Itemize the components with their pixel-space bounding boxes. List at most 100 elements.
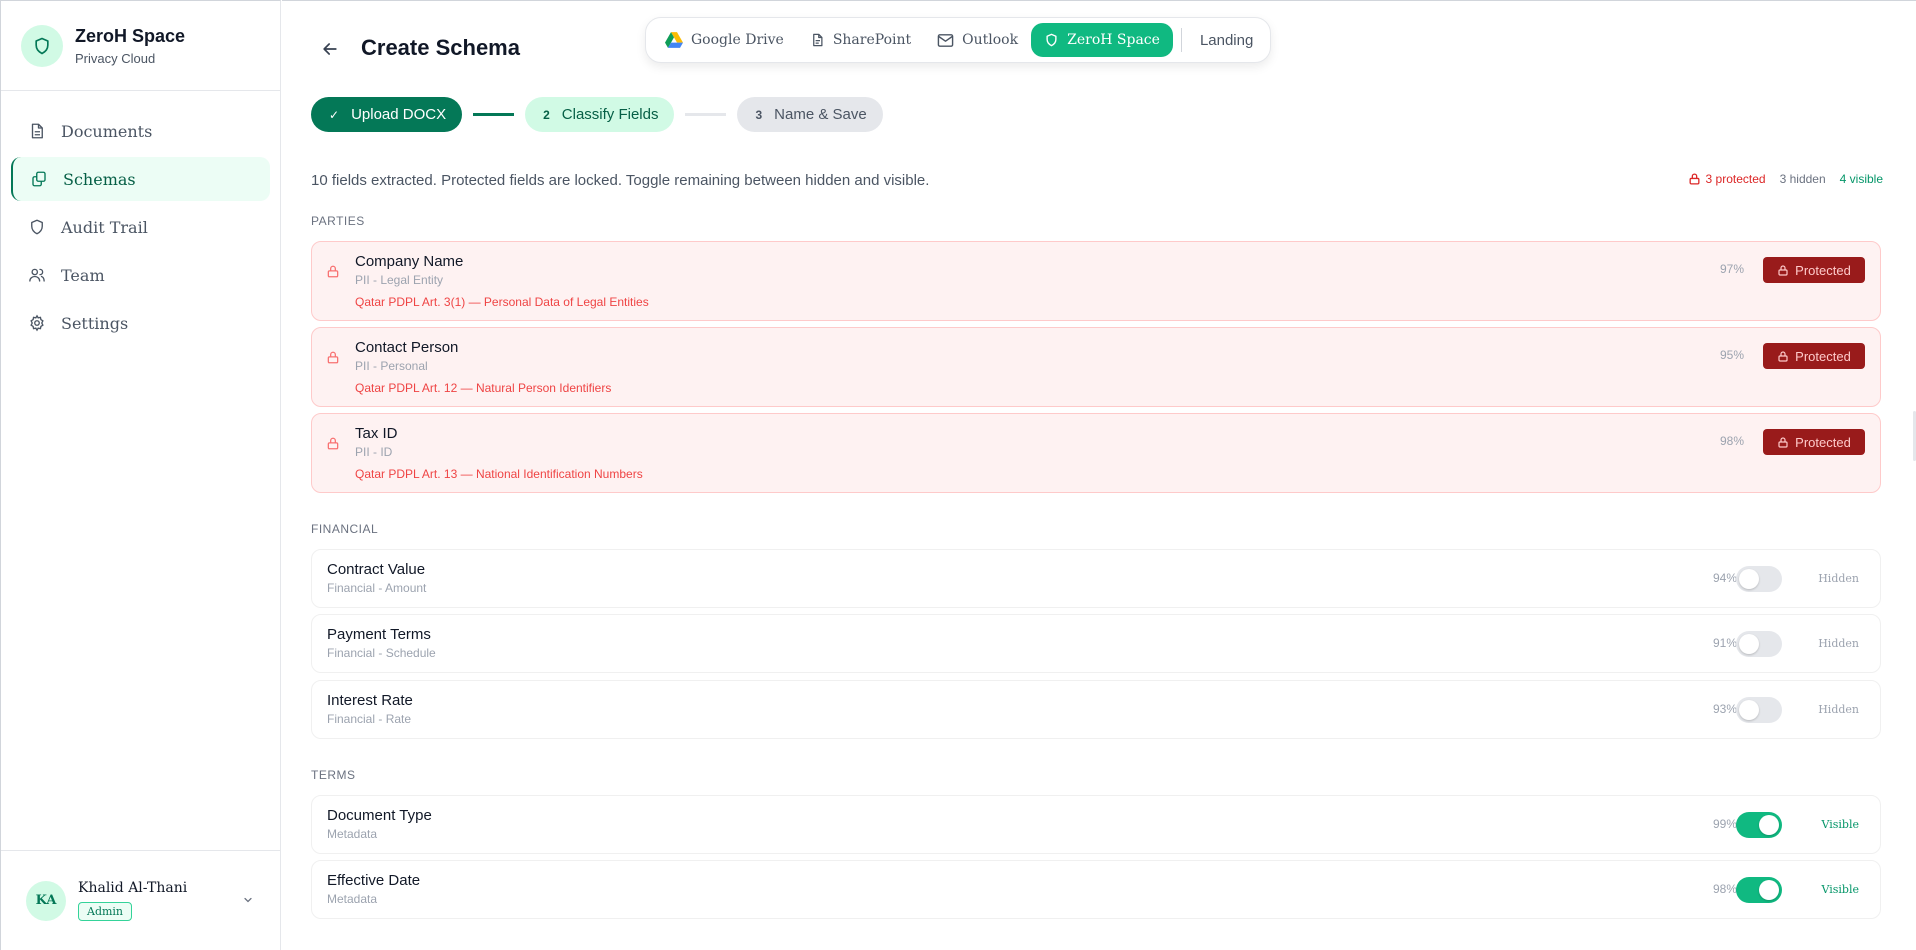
field-row-effective-date: Effective Date Metadata 98% Visible bbox=[311, 860, 1881, 919]
section-label-parties: PARTIES bbox=[311, 214, 365, 228]
source-label: Outlook bbox=[962, 32, 1019, 48]
users-icon bbox=[27, 265, 47, 285]
brand[interactable]: ZeroH Space Privacy Cloud bbox=[1, 1, 280, 91]
hidden-count: 3 hidden bbox=[1779, 172, 1826, 186]
confidence: 98% bbox=[1719, 434, 1744, 448]
legal-reference: Qatar PDPL Art. 13 — National Identifica… bbox=[355, 467, 643, 481]
step-classify-fields[interactable]: 2 Classify Fields bbox=[525, 97, 675, 132]
source-google-drive[interactable]: Google Drive bbox=[652, 23, 797, 57]
visibility-state: Hidden bbox=[1818, 572, 1859, 585]
source-zeroh-space[interactable]: ZeroH Space bbox=[1031, 23, 1173, 57]
confidence: 97% bbox=[1719, 262, 1744, 276]
toggle-knob bbox=[1739, 700, 1759, 720]
visibility-toggle[interactable] bbox=[1736, 697, 1782, 723]
field-row-interest-rate: Interest Rate Financial - Rate 93% Hidde… bbox=[311, 680, 1881, 739]
lock-icon bbox=[326, 264, 340, 284]
protected-badge: Protected bbox=[1763, 429, 1865, 455]
lock-icon bbox=[326, 436, 340, 456]
main-content: Create Schema Google Drive SharePoint Ou… bbox=[282, 0, 1916, 950]
visibility-toggle[interactable] bbox=[1736, 566, 1782, 592]
brand-name: ZeroH Space bbox=[75, 25, 186, 46]
field-name: Effective Date bbox=[327, 872, 421, 889]
sidebar-item-label: Audit Trail bbox=[61, 217, 148, 237]
sidebar-item-documents[interactable]: Documents bbox=[11, 109, 270, 153]
step-number: 2 bbox=[543, 107, 550, 122]
back-arrow-icon[interactable] bbox=[320, 39, 342, 61]
source-label: ZeroH Space bbox=[1067, 32, 1160, 48]
shield-icon bbox=[1044, 32, 1059, 48]
field-row-tax-id: Tax ID PII - ID Qatar PDPL Art. 13 — Nat… bbox=[311, 413, 1881, 493]
visibility-state: Visible bbox=[1821, 883, 1859, 896]
field-row-payment-terms: Payment Terms Financial - Schedule 91% H… bbox=[311, 614, 1881, 673]
sidebar-item-audit-trail[interactable]: Audit Trail bbox=[11, 205, 270, 249]
protected-badge: Protected bbox=[1763, 257, 1865, 283]
lock-icon bbox=[326, 350, 340, 370]
field-category: PII - ID bbox=[355, 445, 393, 459]
chevron-down-icon[interactable] bbox=[242, 893, 254, 911]
toggle-knob bbox=[1739, 569, 1759, 589]
user-menu[interactable]: KA Khalid Al-Thani Admin bbox=[1, 850, 280, 950]
user-role-badge: Admin bbox=[78, 902, 133, 921]
field-name: Contract Value bbox=[327, 561, 426, 578]
step-label: Upload DOCX bbox=[351, 106, 447, 123]
sidebar-item-label: Settings bbox=[61, 313, 129, 333]
confidence: 94% bbox=[1712, 571, 1737, 585]
legal-reference: Qatar PDPL Art. 3(1) — Personal Data of … bbox=[355, 295, 649, 309]
source-sharepoint[interactable]: SharePoint bbox=[797, 23, 924, 57]
sidebar-item-team[interactable]: Team bbox=[11, 253, 270, 297]
visibility-state: Hidden bbox=[1818, 637, 1859, 650]
toggle-knob bbox=[1759, 815, 1779, 835]
confidence: 93% bbox=[1712, 702, 1737, 716]
avatar: KA bbox=[26, 880, 66, 921]
google-drive-icon bbox=[665, 32, 683, 48]
source-label: SharePoint bbox=[832, 32, 912, 48]
brand-subtitle: Privacy Cloud bbox=[75, 50, 156, 66]
visibility-state: Visible bbox=[1821, 818, 1859, 831]
field-category: Metadata bbox=[327, 892, 378, 906]
source-outlook[interactable]: Outlook bbox=[924, 23, 1031, 57]
lock-icon bbox=[1778, 350, 1788, 362]
visibility-toggle[interactable] bbox=[1736, 877, 1782, 903]
confidence: 95% bbox=[1719, 348, 1744, 362]
field-category: PII - Legal Entity bbox=[355, 273, 444, 287]
field-name: Document Type bbox=[327, 807, 432, 824]
confidence: 99% bbox=[1712, 817, 1737, 831]
protected-count: 3 protected bbox=[1688, 172, 1766, 186]
protected-badge: Protected bbox=[1763, 343, 1865, 369]
landing-link[interactable]: Landing bbox=[1190, 32, 1263, 49]
field-category: PII - Personal bbox=[355, 359, 428, 373]
field-name: Interest Rate bbox=[327, 692, 413, 709]
lock-icon bbox=[1689, 173, 1700, 185]
field-row-contract-value: Contract Value Financial - Amount 94% Hi… bbox=[311, 549, 1881, 608]
sidebar: ZeroH Space Privacy Cloud Documents Sche… bbox=[0, 0, 281, 950]
sidebar-item-label: Documents bbox=[61, 121, 153, 141]
field-category: Financial - Amount bbox=[327, 581, 427, 595]
lock-icon bbox=[1778, 436, 1788, 448]
mail-icon bbox=[937, 33, 954, 48]
toggle-knob bbox=[1739, 634, 1759, 654]
source-label: Google Drive bbox=[691, 32, 784, 48]
field-name: Contact Person bbox=[355, 339, 459, 356]
sidebar-item-label: Team bbox=[61, 265, 105, 285]
step-number: 3 bbox=[755, 107, 763, 122]
field-name: Payment Terms bbox=[327, 626, 431, 643]
legal-reference: Qatar PDPL Art. 12 — Natural Person Iden… bbox=[355, 381, 612, 395]
user-name: Khalid Al-Thani bbox=[78, 880, 188, 896]
toggle-knob bbox=[1759, 880, 1779, 900]
step-label: Classify Fields bbox=[561, 106, 659, 123]
step-upload-docx[interactable]: ✓ Upload DOCX bbox=[311, 97, 463, 132]
page-title: Create Schema bbox=[361, 35, 520, 60]
sidebar-nav: Documents Schemas Audit Trail Team Setti… bbox=[1, 91, 280, 345]
lock-icon bbox=[1778, 264, 1788, 276]
section-label-terms: TERMS bbox=[311, 768, 356, 782]
stepper: ✓ Upload DOCX 2 Classify Fields 3 Name &… bbox=[311, 97, 883, 132]
visibility-toggle[interactable] bbox=[1736, 812, 1782, 838]
visibility-toggle[interactable] bbox=[1736, 631, 1782, 657]
section-label-financial: FINANCIAL bbox=[311, 522, 379, 536]
step-label: Name & Save bbox=[774, 106, 867, 123]
sidebar-item-label: Schemas bbox=[63, 169, 136, 189]
step-name-save[interactable]: 3 Name & Save bbox=[737, 97, 883, 132]
sidebar-item-settings[interactable]: Settings bbox=[11, 301, 270, 345]
field-row-contact-person: Contact Person PII - Personal Qatar PDPL… bbox=[311, 327, 1881, 407]
sidebar-item-schemas[interactable]: Schemas bbox=[11, 157, 270, 201]
